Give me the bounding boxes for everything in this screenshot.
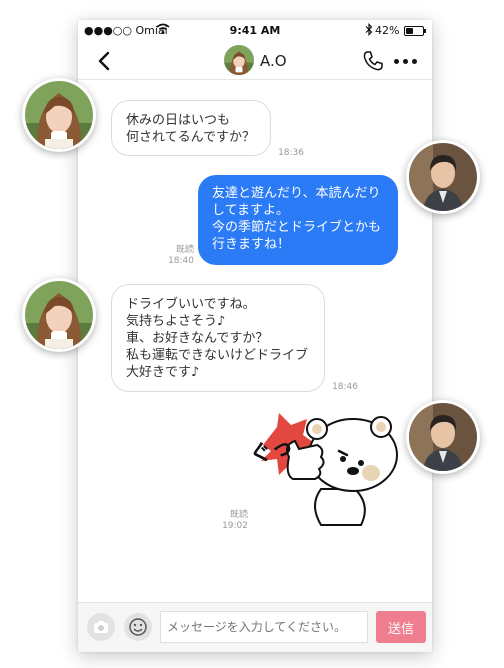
bear-thumbs-up-sticker[interactable]: ぐっ <box>243 405 403 530</box>
male-user-avatar <box>406 400 480 474</box>
message-line: 友達と遊んだり、本読んだり <box>212 186 381 201</box>
phone-call-icon[interactable] <box>362 50 384 72</box>
incoming-message-bubble: 休みの日はいつも 何されてるんですか？ <box>111 100 271 156</box>
message-line: 休みの日はいつも <box>126 113 231 128</box>
message-read-meta: 既読 18:40 <box>162 245 194 267</box>
bluetooth-icon <box>365 23 373 39</box>
emoji-button[interactable] <box>124 613 152 641</box>
chat-header: A.O <box>78 42 432 80</box>
incoming-message-bubble: ドライブいいですね。 気持ちよさそう♪ 車、お好きなんですか？ 私も運転できない… <box>111 284 325 392</box>
read-receipt: 既読 <box>175 245 194 255</box>
camera-icon <box>94 621 108 633</box>
back-chevron-icon[interactable] <box>94 49 116 73</box>
message-line: 車、お好きなんですか？ <box>126 331 269 346</box>
message-line: 行きますね！ <box>212 237 291 252</box>
female-user-avatar <box>22 78 96 152</box>
message-line: 大好きです♪ <box>126 365 200 380</box>
male-user-avatar <box>406 140 480 214</box>
message-line: 私も運転できないけどドライブ <box>126 348 309 363</box>
message-timestamp: 18:40 <box>168 256 194 266</box>
contact-avatar[interactable] <box>224 45 254 75</box>
female-user-avatar <box>22 278 96 352</box>
message-line: 気持ちよさそう♪ <box>126 314 226 329</box>
status-bar: ●●●○○ Omiai 9:41 AM 42% <box>78 20 432 42</box>
message-composer: 送信 <box>78 602 432 652</box>
message-line: 何されてるんですか？ <box>126 130 255 145</box>
battery-percent: 42% <box>375 24 400 37</box>
smiley-icon <box>129 618 147 636</box>
message-timestamp: 18:36 <box>278 148 304 158</box>
message-input[interactable] <box>160 611 368 643</box>
outgoing-message-bubble: 友達と遊んだり、本読んだり してますよ。 今の季節だとドライブとかも 行きますね… <box>198 175 398 265</box>
message-line: ドライブいいですね。 <box>126 297 256 312</box>
more-options-icon[interactable] <box>394 59 418 65</box>
chat-screen: ●●●○○ Omiai 9:41 AM 42% A.O 休みの日はいつも 何され… <box>78 20 432 652</box>
message-line: してますよ。 <box>212 203 289 218</box>
camera-button[interactable] <box>87 613 115 641</box>
battery-icon <box>404 26 426 36</box>
message-line: 今の季節だとドライブとかも <box>212 220 382 235</box>
message-timestamp: 18:46 <box>332 382 358 392</box>
send-button[interactable]: 送信 <box>376 611 426 643</box>
contact-name: A.O <box>260 52 287 70</box>
